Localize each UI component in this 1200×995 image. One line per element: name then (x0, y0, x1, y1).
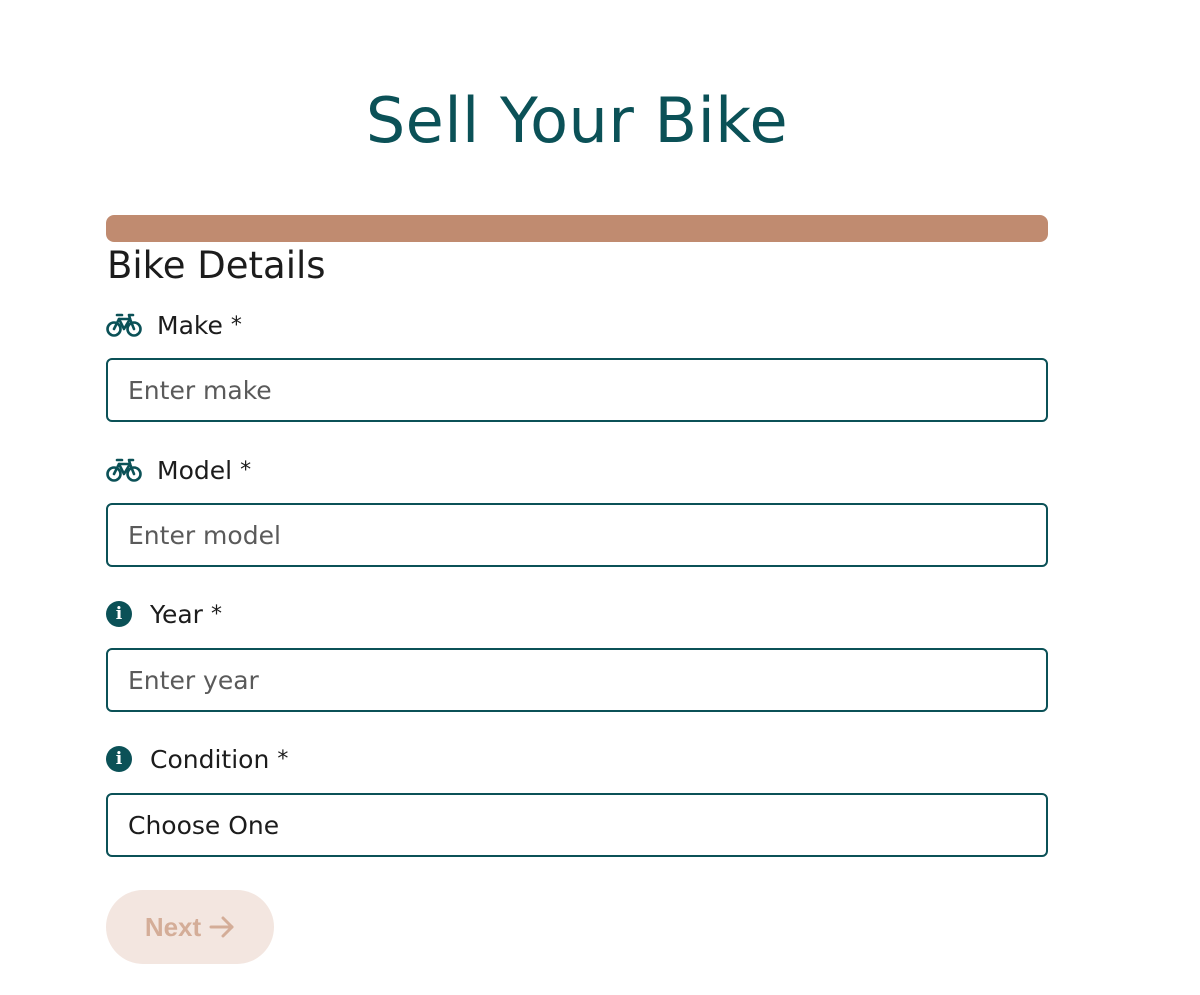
required-mark: * (240, 457, 252, 483)
condition-label-text: Condition (150, 744, 270, 774)
year-label: i Year * (106, 598, 222, 630)
next-button[interactable]: Next (106, 890, 274, 964)
bicycle-icon (106, 457, 142, 483)
model-input[interactable] (106, 503, 1048, 567)
required-mark: * (277, 746, 289, 772)
condition-select-value: Choose One (128, 810, 280, 840)
year-input[interactable] (106, 648, 1048, 712)
model-label-text: Model (157, 455, 233, 485)
condition-select[interactable]: Choose One (106, 793, 1048, 857)
section-title: Bike Details (107, 244, 326, 287)
make-input[interactable] (106, 358, 1048, 422)
required-mark: * (210, 601, 222, 627)
progress-bar-fill (106, 215, 1048, 242)
page-title: Sell Your Bike (365, 84, 789, 157)
info-icon: i (106, 601, 132, 627)
make-label: Make * (106, 309, 242, 341)
year-label-text: Year (150, 599, 203, 629)
model-label: Model * (106, 454, 251, 486)
condition-label: i Condition * (106, 743, 288, 775)
make-label-text: Make (157, 310, 223, 340)
arrow-right-icon (209, 916, 235, 938)
next-button-label: Next (144, 911, 202, 942)
required-mark: * (230, 312, 242, 338)
progress-bar (106, 215, 1048, 242)
bicycle-icon (106, 312, 142, 338)
info-icon: i (106, 746, 132, 772)
